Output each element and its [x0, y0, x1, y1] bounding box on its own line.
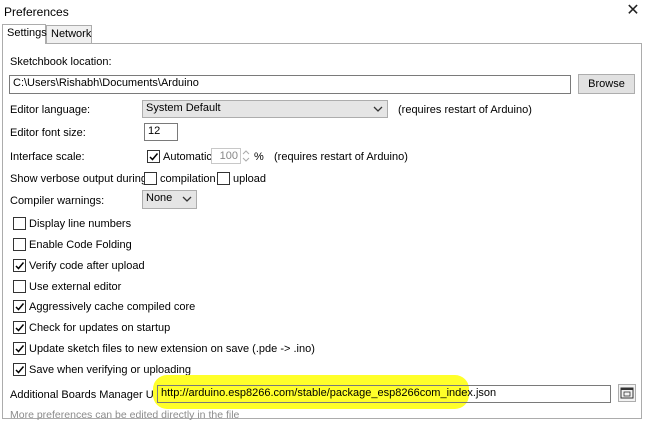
check-updates-label: Check for updates on startup: [29, 322, 171, 334]
settings-panel: Sketchbook location: C:\Users\Rishabh\Do…: [2, 43, 642, 421]
editor-language-select[interactable]: System Default: [142, 100, 388, 118]
verbose-upload-label: upload: [233, 173, 267, 185]
chevron-down-icon: [182, 196, 192, 202]
update-extension-label: Update sketch files to new extension on …: [29, 343, 315, 355]
interface-scale-input[interactable]: 100: [211, 148, 241, 164]
display-line-numbers-label: Display line numbers: [29, 218, 132, 230]
verbose-upload-checkbox[interactable]: [217, 172, 230, 185]
automatic-scale-checkbox[interactable]: [147, 150, 160, 163]
save-when-verifying-checkbox[interactable]: [13, 363, 26, 376]
close-icon[interactable]: ✕: [624, 2, 642, 20]
more-preferences-text: More preferences can be edited directly …: [10, 409, 240, 421]
editor-language-label: Editor language:: [10, 104, 91, 116]
verify-after-upload-label: Verify code after upload: [29, 260, 145, 272]
enable-code-folding-checkbox[interactable]: [13, 238, 26, 251]
display-line-numbers-checkbox[interactable]: [13, 217, 26, 230]
cache-compiled-core-checkbox[interactable]: [13, 300, 26, 313]
use-external-editor-label: Use external editor: [29, 281, 122, 293]
interface-scale-unit: %: [254, 151, 264, 163]
interface-scale-note: (requires restart of Arduino): [274, 151, 408, 163]
title-bar: Preferences ✕: [0, 0, 650, 24]
verbose-compilation-checkbox[interactable]: [144, 172, 157, 185]
verbose-compilation-label: compilation: [160, 173, 216, 185]
enable-code-folding-label: Enable Code Folding: [29, 239, 132, 251]
chevron-down-icon: [373, 106, 383, 112]
editor-language-value: System Default: [146, 102, 221, 114]
compiler-warnings-select[interactable]: None: [142, 190, 197, 209]
font-size-input[interactable]: 12: [144, 123, 178, 141]
interface-scale-label: Interface scale:: [10, 151, 85, 163]
automatic-scale-label: Automatic: [163, 151, 212, 163]
sketchbook-label: Sketchbook location:: [10, 56, 112, 68]
compiler-warnings-value: None: [146, 192, 173, 204]
open-window-icon[interactable]: [618, 384, 636, 402]
verbose-output-label: Show verbose output during:: [10, 173, 151, 185]
boards-manager-label: Additional Boards Manager URLs:: [10, 389, 177, 401]
boards-manager-url-input[interactable]: http://arduino.esp8266.com/stable/packag…: [157, 385, 611, 403]
sketchbook-location-input[interactable]: C:\Users\Rishabh\Documents\Arduino: [9, 75, 571, 94]
use-external-editor-checkbox[interactable]: [13, 280, 26, 293]
update-extension-checkbox[interactable]: [13, 342, 26, 355]
browse-button[interactable]: Browse: [578, 74, 635, 94]
cache-compiled-core-label: Aggressively cache compiled core: [29, 301, 196, 313]
check-updates-checkbox[interactable]: [13, 321, 26, 334]
verify-after-upload-checkbox[interactable]: [13, 259, 26, 272]
tab-network[interactable]: Network: [46, 25, 92, 44]
editor-language-note: (requires restart of Arduino): [398, 104, 532, 116]
compiler-warnings-label: Compiler warnings:: [10, 195, 105, 207]
font-size-label: Editor font size:: [10, 127, 86, 139]
window-title: Preferences: [4, 5, 69, 19]
spinner-arrows-icon[interactable]: [241, 148, 251, 164]
tab-settings[interactable]: Settings: [2, 24, 47, 44]
